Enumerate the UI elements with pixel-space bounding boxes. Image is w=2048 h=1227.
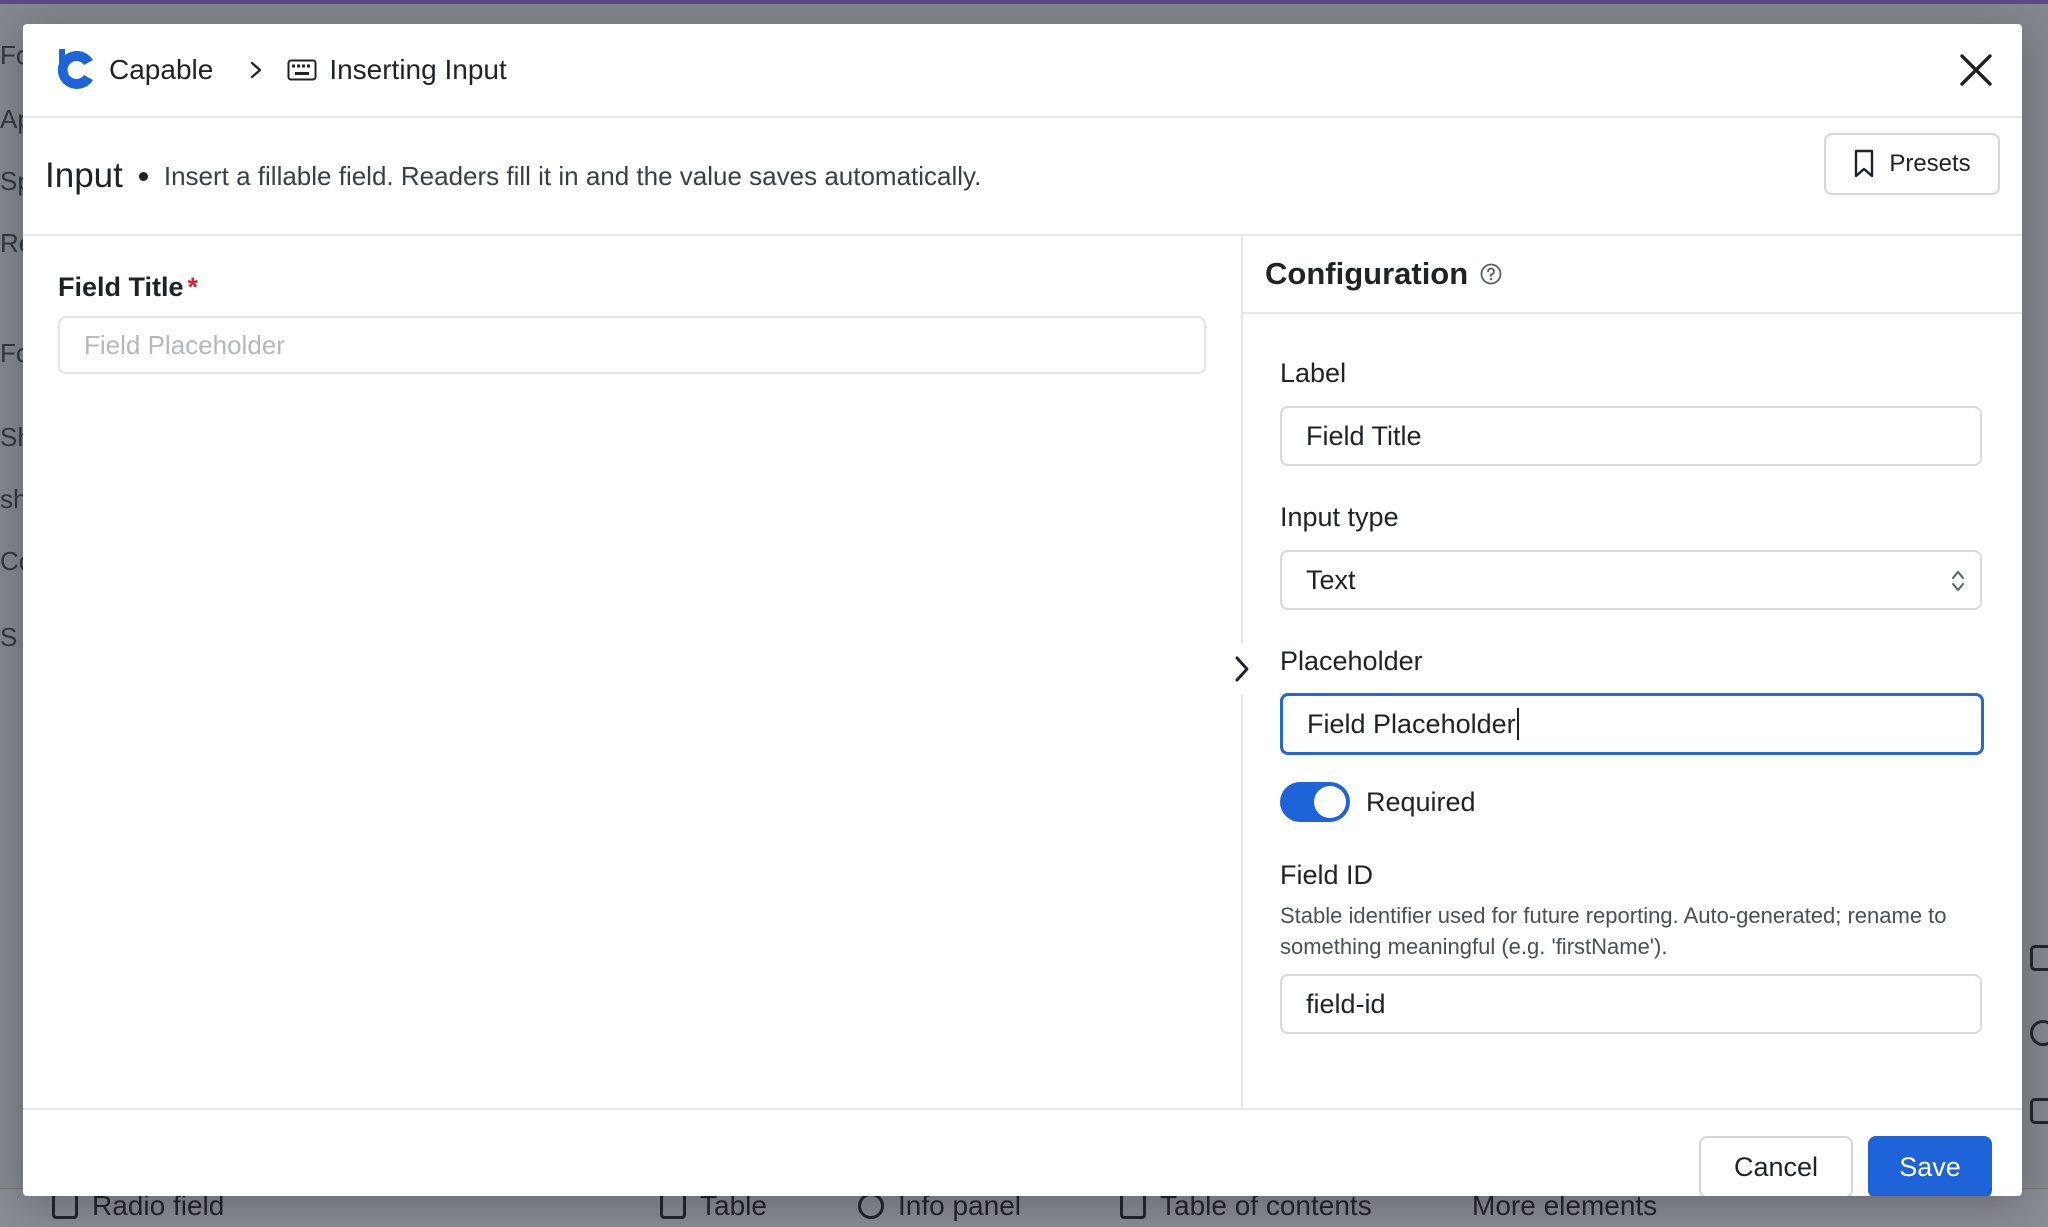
placeholder-label: Placeholder (1280, 646, 1423, 676)
help-icon[interactable] (1480, 263, 1502, 285)
placeholder-input-value: Field Placeholder (1307, 708, 1516, 739)
close-icon[interactable] (1956, 50, 1996, 90)
info-icon (858, 1193, 884, 1219)
list-icon (1120, 1193, 1146, 1219)
preview-input[interactable]: Field Placeholder (58, 316, 1206, 374)
preview-field-title: Field Title (58, 272, 184, 302)
chevron-right-icon (251, 61, 262, 79)
keyboard-icon (287, 59, 317, 81)
insert-input-modal: Capable Inserting Input Input Insert a f… (23, 24, 2022, 1196)
configuration-pane: Configuration Label Field Title Input ty… (1243, 236, 2022, 1108)
required-toggle-row: Required (1280, 782, 1476, 822)
field-id-label: Field ID (1280, 860, 1374, 890)
bookmark-icon (1855, 149, 1874, 178)
required-toggle[interactable] (1280, 782, 1350, 822)
toggle-knob (1314, 786, 1346, 818)
background-sidebar-item: S (0, 622, 18, 652)
table-icon (660, 1193, 686, 1219)
page-title: Input (45, 156, 123, 195)
label-input-value: Field Title (1306, 420, 1422, 451)
comment-icon (2030, 945, 2048, 971)
presets-button[interactable]: Presets (1824, 133, 2000, 195)
text-caret (1516, 708, 1519, 740)
radio-field-icon (52, 1193, 78, 1219)
input-type-select[interactable]: Text (1280, 550, 1982, 610)
panel-icon (2030, 1098, 2048, 1124)
input-type-label: Input type (1280, 502, 1399, 532)
brand: Capable (53, 47, 213, 93)
modal-topbar: Capable Inserting Input (23, 24, 2022, 118)
modal-footer: Cancel Save (23, 1108, 2022, 1196)
preview-field-label: Field Title * (58, 272, 198, 303)
presets-label: Presets (1889, 150, 1971, 177)
background-top-stripe (0, 0, 2048, 4)
breadcrumb-current: Inserting Input (329, 54, 507, 85)
save-button[interactable]: Save (1868, 1136, 1992, 1196)
field-id-input[interactable]: field-id (1280, 974, 1982, 1034)
placeholder-input[interactable]: Field Placeholder (1280, 693, 1984, 755)
cancel-button[interactable]: Cancel (1699, 1136, 1853, 1196)
preview-placeholder: Field Placeholder (84, 329, 285, 360)
input-type-value: Text (1306, 564, 1356, 595)
separator-dot (138, 171, 148, 181)
label-field-label: Label (1280, 358, 1347, 388)
info-icon (2030, 1020, 2048, 1046)
brand-name: Capable (109, 54, 214, 85)
required-asterisk: * (187, 272, 199, 302)
configuration-header: Configuration (1243, 236, 2022, 314)
page-description: Insert a fillable field. Readers fill it… (163, 160, 982, 191)
field-id-value: field-id (1306, 988, 1386, 1019)
field-id-help: Stable identifier used for future report… (1280, 903, 1947, 959)
required-label: Required (1366, 786, 1476, 817)
configuration-title: Configuration (1265, 256, 1469, 291)
preview-pane: Field Title * Field Placeholder (23, 236, 1241, 1108)
capable-logo-icon (57, 49, 93, 89)
label-input[interactable]: Field Title (1280, 406, 1982, 466)
modal-subheader: Input Insert a fillable field. Readers f… (23, 118, 2022, 236)
select-arrows-icon (1952, 571, 1964, 591)
